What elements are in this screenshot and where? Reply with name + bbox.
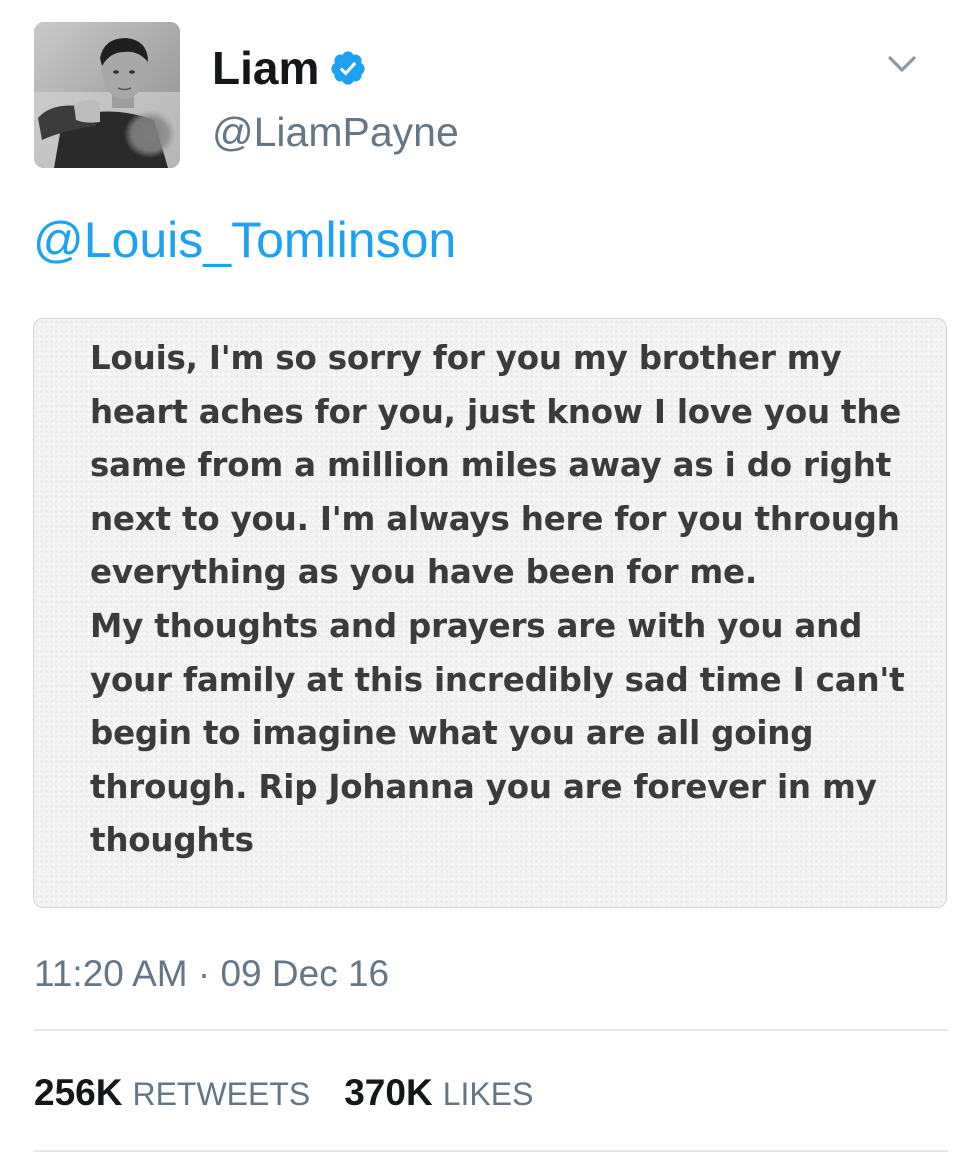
- chevron-down-icon[interactable]: [884, 46, 920, 82]
- retweets-count: 256K: [34, 1072, 123, 1113]
- reply-mention-link[interactable]: @Louis_Tomlinson: [33, 208, 456, 272]
- note-line: next to you. I'm always here for you thr…: [90, 499, 900, 538]
- author-name-row[interactable]: Liam: [212, 40, 367, 96]
- tweet-timestamp[interactable]: 11:20 AM · 09 Dec 16: [34, 950, 389, 998]
- note-line: same from a million miles away as i do r…: [90, 446, 892, 485]
- retweets-label: RETWEETS: [132, 1076, 311, 1112]
- likes-count: 370K: [344, 1072, 433, 1113]
- divider: [34, 1150, 948, 1152]
- tweet-detail: Liam @LiamPayne @Louis_Tomlinson Louis, …: [0, 0, 980, 1163]
- avatar[interactable]: [34, 22, 180, 168]
- note-line: My thoughts and prayers are with you and: [90, 606, 863, 645]
- divider: [34, 1029, 948, 1031]
- display-name[interactable]: Liam: [212, 40, 319, 96]
- retweets-stat[interactable]: 256K RETWEETS: [34, 1070, 310, 1117]
- verified-badge-icon: [331, 51, 365, 85]
- note-line: everything as you have been for me.: [90, 553, 758, 592]
- note-text: Louis, I'm so sorry for you my brother m…: [90, 332, 910, 868]
- note-line: thoughts: [90, 821, 254, 860]
- note-line: through. Rip Johanna you are forever in …: [90, 767, 877, 806]
- tweet-media-image[interactable]: Louis, I'm so sorry for you my brother m…: [33, 318, 947, 908]
- likes-stat[interactable]: 370K LIKES: [344, 1070, 533, 1117]
- author-handle[interactable]: @LiamPayne: [212, 106, 459, 158]
- note-line: begin to imagine what you are all going: [90, 714, 814, 753]
- note-line: Louis, I'm so sorry for you my brother m…: [90, 339, 842, 377]
- note-line: your family at this incredibly sad time …: [90, 660, 905, 699]
- tweet-stats: 256K RETWEETS 370K LIKES: [34, 1070, 533, 1117]
- note-line: heart aches for you, just know I love yo…: [90, 392, 902, 431]
- profile-photo: [34, 22, 180, 168]
- likes-label: LIKES: [442, 1076, 534, 1112]
